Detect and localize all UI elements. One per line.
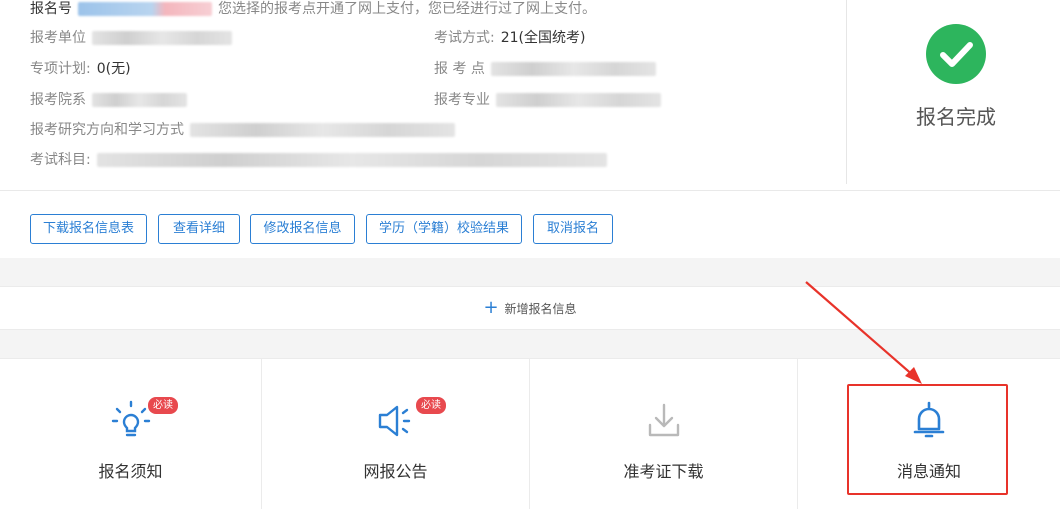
annotation-arrow	[805, 281, 922, 384]
